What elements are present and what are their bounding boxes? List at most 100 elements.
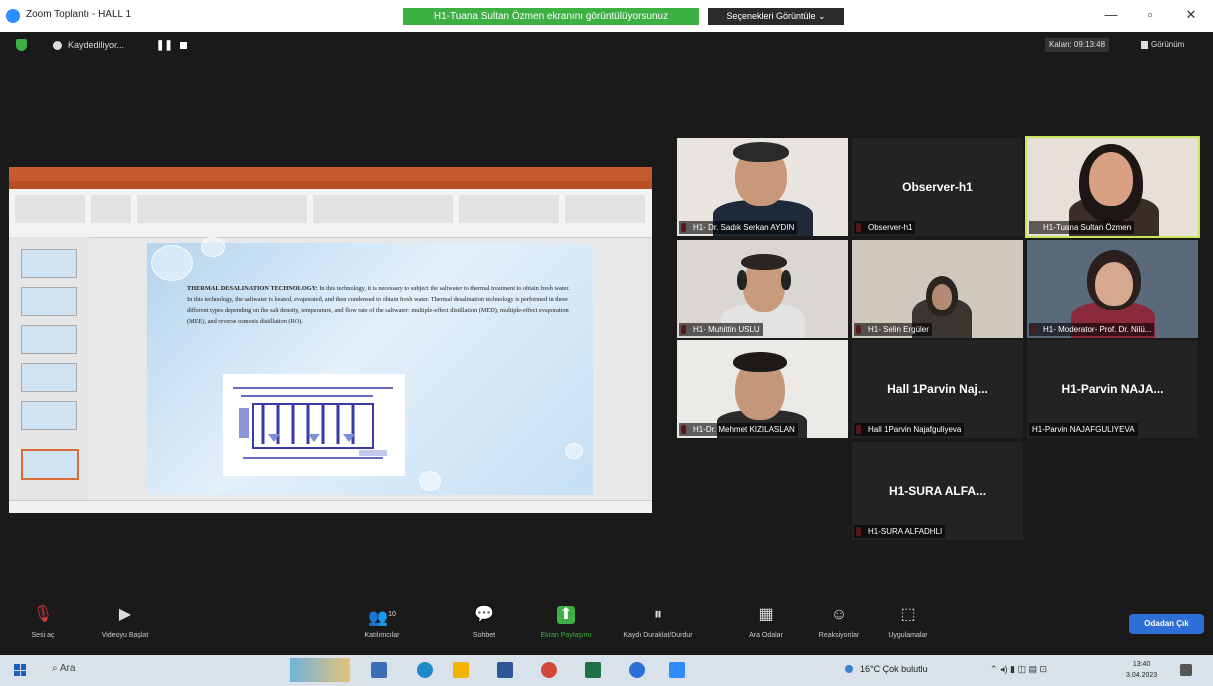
start-video-button[interactable]: ▶ Videoyu Başlat xyxy=(90,606,160,639)
toolbar-label: Sesi aç xyxy=(31,632,55,639)
maximize-button[interactable]: ▫ xyxy=(1140,7,1160,22)
participant-tile[interactable]: Observer-h1 Observer-h1 xyxy=(852,138,1023,236)
leave-meeting-button[interactable]: Odadan Çık xyxy=(1129,614,1204,634)
breakout-rooms-icon: ▦ xyxy=(758,606,774,623)
toolbar-label: Reaksiyonlar xyxy=(818,632,860,639)
share-screen-icon: ⬆ xyxy=(557,606,575,624)
weather-text[interactable]: 16°C Çok bulutlu xyxy=(860,664,928,674)
participant-tile[interactable]: H1-Dr. Mehmet KIZILASLAN xyxy=(677,340,848,438)
current-slide: THERMAL DESALINATION TECHNOLOGY: In this… xyxy=(147,237,593,495)
apps-button[interactable]: ⬚ Uygulamalar xyxy=(873,606,943,639)
ribbon-group xyxy=(459,195,559,223)
participant-tile[interactable]: H1- Selin Ergüler xyxy=(852,240,1023,338)
toolbar-label: Videoyu Başlat xyxy=(101,632,149,639)
minimize-button[interactable]: — xyxy=(1101,7,1121,22)
recording-icon xyxy=(53,41,62,50)
clock-time: 13:40 xyxy=(1132,661,1151,668)
participant-name: H1-Tuana Sultan Özmen xyxy=(1029,221,1135,234)
recording-status: Kaydediliyor... xyxy=(68,40,125,50)
widget-icon[interactable] xyxy=(290,658,350,682)
chrome-icon[interactable] xyxy=(541,662,557,678)
ribbon-group xyxy=(15,195,85,223)
ribbon-group xyxy=(313,195,453,223)
slide-thumbnail xyxy=(21,363,77,392)
edge-icon[interactable] xyxy=(417,662,433,678)
water-drop-decoration xyxy=(201,237,225,257)
ribbon-group xyxy=(137,195,307,223)
notifications-icon[interactable] xyxy=(1180,664,1192,676)
ribbon-group xyxy=(91,195,131,223)
stop-recording-icon[interactable] xyxy=(180,42,187,49)
video-off-icon: ▶ xyxy=(118,606,132,623)
clock-date: 3.04.2023 xyxy=(1126,672,1158,679)
toolbar-label: Kaydı Duraklat/Durdur xyxy=(623,632,693,639)
zoom-taskbar-icon[interactable] xyxy=(629,662,645,678)
slide-heading: THERMAL DESALINATION TECHNOLOGY: xyxy=(187,285,318,292)
participant-name: H1-SURA ALFADHLI xyxy=(854,525,946,538)
participants-button[interactable]: 👥10 Katılımcılar xyxy=(347,606,417,639)
slide-body: THERMAL DESALINATION TECHNOLOGY: In this… xyxy=(187,283,575,327)
participant-tile[interactable]: H1- Moderator- Prof. Dr. Nilü... xyxy=(1027,240,1198,338)
participant-name: H1- Dr. Sadık Serkan AYDIN xyxy=(679,221,798,234)
zoom-logo-icon xyxy=(6,9,20,23)
folder-icon[interactable] xyxy=(453,662,469,678)
water-drop-decoration xyxy=(419,471,441,491)
participant-name: Hall 1Parvin Najafguliyeva xyxy=(854,423,965,436)
excel-icon[interactable] xyxy=(585,662,601,678)
slide-thumbnail-selected xyxy=(21,449,79,480)
mic-off-icon: 🎙 xyxy=(32,606,54,623)
participant-name: H1- Selin Ergüler xyxy=(854,323,932,336)
pause-recording-icon[interactable]: ❚❚ xyxy=(156,40,173,51)
chat-icon: 💬 xyxy=(474,606,494,623)
windows-start-icon[interactable] xyxy=(14,664,26,676)
record-pause-button[interactable]: ⏸ Kaydı Duraklat/Durdur xyxy=(623,606,693,639)
participant-tile[interactable]: H1- Dr. Sadık Serkan AYDIN xyxy=(677,138,848,236)
participant-name: H1-Dr. Mehmet KIZILASLAN xyxy=(679,423,798,436)
weather-icon xyxy=(845,665,853,673)
taskbar-search[interactable]: ⌕ Ara xyxy=(52,663,75,674)
participants-icon: 👥10 xyxy=(368,609,396,627)
reactions-button[interactable]: ☺ Reaksiyonlar xyxy=(804,606,874,639)
participant-name: Observer-h1 xyxy=(854,221,916,234)
participant-tile[interactable]: H1- Muhittin USLU xyxy=(677,240,848,338)
windows-taskbar: ⌕ Ara 16°C Çok bulutlu ⌃ ◂) ▮ ◫ ▤ ⊡ 13:4… xyxy=(0,655,1213,686)
search-label: Ara xyxy=(59,663,76,674)
slide-thumbnail xyxy=(21,287,77,316)
unmute-button[interactable]: 🎙 Sesi aç xyxy=(8,606,78,639)
view-options-button[interactable]: Seçenekleri Görüntüle ⌄ xyxy=(708,8,844,25)
view-icon[interactable] xyxy=(1141,41,1148,49)
zoom-meeting-taskbar-icon[interactable] xyxy=(669,662,685,678)
participant-tile[interactable]: H1-Parvin NAJA... H1-Parvin NAJAFGULIYEV… xyxy=(1027,340,1198,438)
apps-icon: ⬚ xyxy=(900,606,916,623)
slide-thumbnails xyxy=(9,237,89,500)
powerpoint-ribbon xyxy=(9,189,652,238)
window-title: Zoom Toplantı - HALL 1 xyxy=(26,9,132,20)
word-icon[interactable] xyxy=(497,662,513,678)
slide-thumbnail xyxy=(21,249,77,278)
slide-thumbnail xyxy=(21,401,77,430)
close-button[interactable]: ✕ xyxy=(1181,7,1201,23)
water-drop-decoration xyxy=(565,443,583,459)
participant-count: 10 xyxy=(388,611,396,618)
participant-tile-active-speaker[interactable]: H1-Tuana Sultan Özmen xyxy=(1025,136,1200,238)
file-explorer-icon[interactable] xyxy=(371,662,387,678)
view-button[interactable]: Görünüm xyxy=(1151,40,1184,49)
security-shield-icon[interactable] xyxy=(16,39,27,51)
participant-name: H1-Parvin NAJAFGULIYEVA xyxy=(1029,423,1138,436)
shared-screen: THERMAL DESALINATION TECHNOLOGY: In this… xyxy=(9,167,652,513)
participant-tile[interactable]: Hall 1Parvin Naj... Hall 1Parvin Najafgu… xyxy=(852,340,1023,438)
powerpoint-status-bar xyxy=(9,500,652,513)
toolbar-label: Katılımcılar xyxy=(364,632,400,639)
system-tray-icons[interactable]: ⌃ ◂) ▮ ◫ ▤ ⊡ xyxy=(990,664,1047,675)
desalination-diagram xyxy=(223,374,405,476)
desalination-diagram-graphic xyxy=(233,387,393,459)
breakout-rooms-button[interactable]: ▦ Ara Odalar xyxy=(731,606,801,639)
chat-button[interactable]: 💬 Sohbet xyxy=(449,606,519,639)
participant-tile[interactable]: H1-SURA ALFA... H1-SURA ALFADHLI xyxy=(852,442,1023,540)
ribbon-group xyxy=(565,195,645,223)
taskbar-clock[interactable]: 13:40 3.04.2023 xyxy=(1126,659,1157,681)
time-remaining: Kalan: 09:13:48 xyxy=(1045,38,1110,52)
toolbar-label: Sohbet xyxy=(472,632,496,639)
share-screen-button[interactable]: ⬆ Ekran Paylaşımı xyxy=(531,606,601,639)
slide-thumbnail xyxy=(21,325,77,354)
